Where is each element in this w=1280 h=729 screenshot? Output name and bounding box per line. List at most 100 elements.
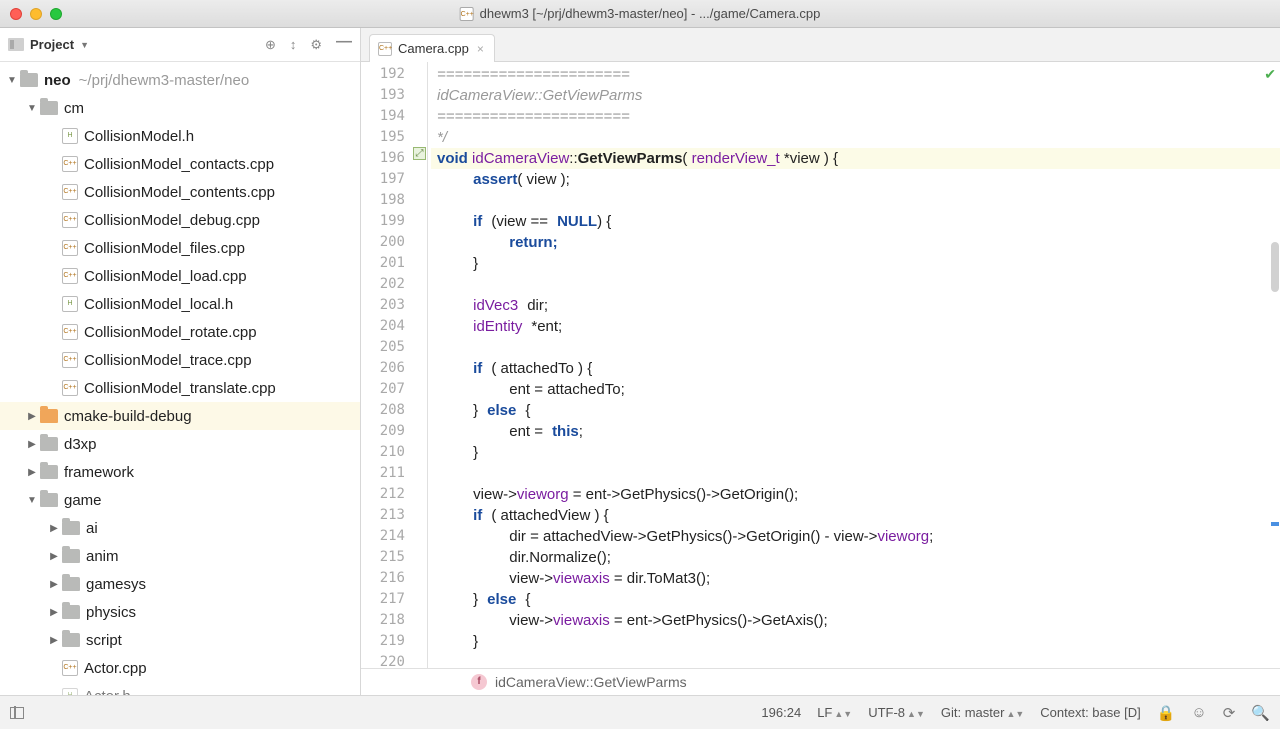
tree-folder-cm[interactable]: ▼ cm bbox=[0, 94, 360, 122]
search-icon[interactable]: 🔍 bbox=[1251, 704, 1270, 722]
tree-label: CollisionModel_files.cpp bbox=[84, 240, 245, 257]
sidebar-header: Project ▼ ⊕ ↕ ⚙ — bbox=[0, 28, 360, 62]
cpp-file-icon: C++ bbox=[62, 324, 78, 340]
code-text: ====================== bbox=[437, 66, 630, 83]
minimize-window-button[interactable] bbox=[30, 8, 42, 20]
tree-file[interactable]: H CollisionModel.h bbox=[0, 122, 360, 150]
folder-icon bbox=[20, 73, 38, 87]
header-file-icon: H bbox=[62, 128, 78, 144]
code-content[interactable]: ====================== idCameraView::Get… bbox=[431, 62, 1280, 668]
tree-file[interactable]: C++Actor.cpp bbox=[0, 654, 360, 682]
encoding-selector[interactable]: UTF-8▲▼ bbox=[868, 705, 925, 720]
tree-label: ai bbox=[86, 520, 98, 537]
tree-file[interactable]: C++CollisionModel_contents.cpp bbox=[0, 178, 360, 206]
header-file-icon: H bbox=[62, 296, 78, 312]
fold-column[interactable]: ⤢ bbox=[413, 62, 427, 668]
folder-icon bbox=[62, 605, 80, 619]
tree-label: CollisionModel_translate.cpp bbox=[84, 380, 276, 397]
tree-label: gamesys bbox=[86, 576, 146, 593]
tree-label: framework bbox=[64, 464, 134, 481]
tree-file[interactable]: C++ CollisionModel_translate.cpp bbox=[0, 374, 360, 402]
cpp-file-icon: C++ bbox=[62, 352, 78, 368]
folder-icon bbox=[40, 437, 58, 451]
tree-file[interactable]: C++CollisionModel_contacts.cpp bbox=[0, 150, 360, 178]
context-selector[interactable]: Context: base [D] bbox=[1040, 705, 1140, 720]
cpp-file-icon: C++ bbox=[62, 156, 78, 172]
tree-file[interactable]: HActor.h bbox=[0, 682, 360, 695]
line-gutter: 192 193 194 195 196 197 198 199 200 201 … bbox=[361, 62, 413, 668]
cpp-file-icon: C++ bbox=[460, 7, 474, 21]
tree-folder[interactable]: ▶d3xp bbox=[0, 430, 360, 458]
code-editor[interactable]: 192 193 194 195 196 197 198 199 200 201 … bbox=[361, 62, 1280, 668]
folder-icon bbox=[62, 633, 80, 647]
tree-label: CollisionModel_local.h bbox=[84, 296, 233, 313]
code-text: */ bbox=[437, 129, 447, 146]
editor-tab[interactable]: C++ Camera.cpp × bbox=[369, 34, 495, 62]
tree-label: CollisionModel_rotate.cpp bbox=[84, 324, 257, 341]
tree-label: CollisionModel.h bbox=[84, 128, 194, 145]
inspector-icon[interactable]: ☺ bbox=[1191, 704, 1206, 721]
tree-root[interactable]: ▼ neo ~/prj/dhewm3-master/neo bbox=[0, 66, 360, 94]
cpp-file-icon: C++ bbox=[62, 660, 78, 676]
hide-sidebar-icon[interactable]: — bbox=[336, 37, 352, 53]
tree-label: physics bbox=[86, 604, 136, 621]
git-branch-selector[interactable]: Git: master▲▼ bbox=[941, 705, 1024, 720]
fold-toggle-icon[interactable]: ⤢ bbox=[413, 147, 426, 160]
collapse-icon[interactable]: ↕ bbox=[290, 37, 297, 53]
tree-file[interactable]: C++CollisionModel_files.cpp bbox=[0, 234, 360, 262]
folder-icon bbox=[62, 577, 80, 591]
editor-tabbar: C++ Camera.cpp × bbox=[361, 28, 1280, 62]
highlighted-line: void idCameraView::GetViewParms( renderV… bbox=[431, 148, 1280, 169]
tree-root-path: ~/prj/dhewm3-master/neo bbox=[79, 72, 250, 89]
line-separator-selector[interactable]: LF▲▼ bbox=[817, 705, 852, 720]
settings-icon[interactable]: ⚙ bbox=[310, 37, 322, 53]
tree-folder[interactable]: ▶framework bbox=[0, 458, 360, 486]
editor-area: C++ Camera.cpp × 192 193 194 195 196 197… bbox=[361, 28, 1280, 695]
dropdown-caret-icon: ▼ bbox=[80, 40, 89, 50]
tree-folder-cmake[interactable]: ▶cmake-build-debug bbox=[0, 402, 360, 430]
sidebar-view-selector[interactable]: Project ▼ bbox=[8, 37, 89, 52]
tree-file[interactable]: C++CollisionModel_load.cpp bbox=[0, 262, 360, 290]
tree-folder[interactable]: ▶anim bbox=[0, 542, 360, 570]
close-tab-icon[interactable]: × bbox=[477, 42, 484, 56]
tree-folder[interactable]: ▶script bbox=[0, 626, 360, 654]
tree-folder[interactable]: ▶ai bbox=[0, 514, 360, 542]
project-tree[interactable]: ▼ neo ~/prj/dhewm3-master/neo ▼ cm H Coll… bbox=[0, 62, 360, 695]
tree-label: cmake-build-debug bbox=[64, 408, 192, 425]
folder-icon bbox=[40, 101, 58, 115]
tree-label: CollisionModel_debug.cpp bbox=[84, 212, 260, 229]
window-title-text: dhewm3 [~/prj/dhewm3-master/neo] - .../g… bbox=[480, 6, 821, 21]
tree-file[interactable]: H CollisionModel_local.h bbox=[0, 290, 360, 318]
locate-icon[interactable]: ⊕ bbox=[265, 37, 276, 53]
scrollbar-thumb[interactable] bbox=[1271, 242, 1279, 292]
cursor-position[interactable]: 196:24 bbox=[761, 705, 801, 720]
tree-folder-game[interactable]: ▼game bbox=[0, 486, 360, 514]
lock-icon[interactable]: 🔒 bbox=[1157, 704, 1176, 722]
window-controls bbox=[10, 8, 62, 20]
zoom-window-button[interactable] bbox=[50, 8, 62, 20]
sync-icon[interactable]: ⟳ bbox=[1223, 704, 1236, 722]
structure-breadcrumb[interactable]: f idCameraView::GetViewParms bbox=[361, 668, 1280, 695]
title-bar: C++ dhewm3 [~/prj/dhewm3-master/neo] - .… bbox=[0, 0, 1280, 28]
tree-label: anim bbox=[86, 548, 119, 565]
cpp-file-icon: C++ bbox=[62, 212, 78, 228]
window-title: C++ dhewm3 [~/prj/dhewm3-master/neo] - .… bbox=[460, 6, 821, 21]
scrollbar-marker[interactable] bbox=[1271, 522, 1279, 526]
tree-label: d3xp bbox=[64, 436, 97, 453]
status-bar: 196:24 LF▲▼ UTF-8▲▼ Git: master▲▼ Contex… bbox=[0, 695, 1280, 729]
cpp-file-icon: C++ bbox=[378, 42, 392, 56]
cpp-file-icon: C++ bbox=[62, 380, 78, 396]
project-view-icon bbox=[8, 38, 24, 51]
tree-label: CollisionModel_load.cpp bbox=[84, 268, 247, 285]
tree-file[interactable]: C++CollisionModel_trace.cpp bbox=[0, 346, 360, 374]
folder-icon bbox=[62, 521, 80, 535]
tree-label: game bbox=[64, 492, 102, 509]
tree-folder[interactable]: ▶physics bbox=[0, 598, 360, 626]
tool-window-toggle-icon[interactable] bbox=[10, 707, 24, 719]
close-window-button[interactable] bbox=[10, 8, 22, 20]
folder-icon bbox=[40, 465, 58, 479]
tree-file[interactable]: C++ CollisionModel_rotate.cpp bbox=[0, 318, 360, 346]
inspection-ok-icon[interactable]: ✔ bbox=[1264, 66, 1276, 83]
tree-file[interactable]: C++ CollisionModel_debug.cpp bbox=[0, 206, 360, 234]
tree-folder[interactable]: ▶gamesys bbox=[0, 570, 360, 598]
